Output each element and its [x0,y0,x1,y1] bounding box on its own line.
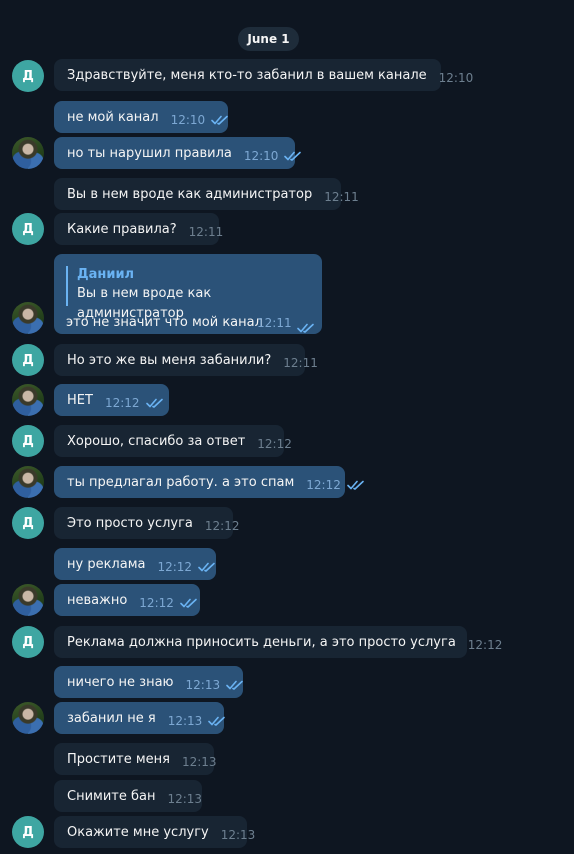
message-bubble[interactable]: Окажите мне услугу 12:13 [54,816,255,848]
message-time: 12:11 [188,225,224,239]
message-text: ничего не знаю [67,674,174,690]
read-checkmarks-icon [180,598,198,608]
message-time: 12:11 [324,190,359,204]
message-time: 12:10 [438,71,474,85]
read-checkmarks-icon [226,680,244,690]
read-checkmarks-icon [145,398,164,408]
message-bubble[interactable]: Это просто услуга 12:12 [54,507,239,539]
message-time: 12:12 [139,596,174,610]
message-time: 12:12 [257,437,292,451]
message-text: это не значит что мой канал [66,315,263,330]
message-bubble[interactable]: неважно 12:12 [54,584,200,616]
message-time: 12:13 [181,755,217,769]
avatar[interactable]: Д [12,507,44,539]
message-bubble[interactable]: Какие правила? 12:11 [54,213,223,245]
message-text: НЕТ [67,392,93,408]
message-text: не мой канал [67,109,159,125]
message-bubble[interactable]: ты предлагал работу. а это спам 12:12 [54,466,364,498]
avatar[interactable]: Д [12,626,44,658]
message-time: 12:11 [283,356,318,370]
message-bubble[interactable]: Простите меня 12:13 [54,743,217,775]
message-bubble[interactable]: не мой канал 12:10 [54,101,228,133]
reply-message-bubble[interactable]: Даниил Вы в нем вроде как администратор … [54,254,322,334]
message-bubble[interactable]: забанил не я 12:13 [54,702,226,734]
message-text: Окажите мне услугу [67,824,209,840]
message-time: 12:12 [306,478,341,492]
message-bubble[interactable]: Но это же вы меня забанили? 12:11 [54,344,318,376]
message-text: но ты нарушил правила [67,145,232,161]
read-checkmarks-icon [208,716,226,726]
avatar[interactable] [12,137,44,169]
message-bubble[interactable]: но ты нарушил правила 12:10 [54,137,302,169]
message-time: 12:10 [170,113,206,127]
message-time: 12:12 [467,638,503,652]
reply-quote[interactable]: Даниил Вы в нем вроде как администратор [66,266,322,321]
read-checkmarks-icon [347,480,365,490]
message-text: ну реклама [67,556,146,572]
date-separator: June 1 [238,27,299,51]
read-checkmarks-icon [198,562,216,572]
message-text: ты предлагал работу. а это спам [67,474,295,490]
avatar[interactable]: Д [12,60,44,92]
avatar[interactable]: Д [12,425,44,457]
message-time: 12:13 [185,678,221,692]
message-text: Хорошо, спасибо за ответ [67,433,246,449]
message-time: 12:10 [243,149,279,163]
message-time: 12:13 [167,792,203,806]
message-text: Какие правила? [67,221,177,237]
message-text: Реклама должна приносить деньги, а это п… [67,634,456,650]
message-bubble[interactable]: Здравствуйте, меня кто-то забанил в ваше… [54,59,473,91]
message-time: 12:13 [220,828,256,842]
message-text: Простите меня [67,751,170,767]
read-checkmarks-icon [284,151,302,161]
message-text: Снимите бан [67,788,156,804]
reply-author: Даниил [77,267,135,282]
message-text: Здравствуйте, меня кто-то забанил в ваше… [67,67,427,83]
avatar[interactable]: Д [12,816,44,848]
avatar[interactable] [12,302,44,334]
message-bubble[interactable]: НЕТ 12:12 [54,384,169,416]
read-checkmarks-icon [297,318,315,337]
message-time: 12:12 [157,560,193,574]
message-text: Вы в нем вроде как администратор [67,186,313,202]
avatar[interactable] [12,384,44,416]
message-text: Но это же вы меня забанили? [67,352,272,368]
message-bubble[interactable]: Вы в нем вроде как администратор 12:11 [54,178,359,210]
message-time: 12:11 [257,316,292,330]
message-text: Это просто услуга [67,515,193,531]
message-time: 12:12 [204,519,240,533]
avatar[interactable] [12,584,44,616]
avatar[interactable] [12,466,44,498]
message-bubble[interactable]: ничего не знаю 12:13 [54,666,243,698]
avatar[interactable]: Д [12,213,44,245]
message-time: 12:12 [104,396,140,410]
message-bubble[interactable]: Снимите бан 12:13 [54,780,202,812]
message-bubble[interactable]: Хорошо, спасибо за ответ 12:12 [54,425,292,457]
read-checkmarks-icon [211,115,229,125]
avatar[interactable] [12,702,44,734]
message-text: забанил не я [67,710,156,726]
message-text: неважно [67,592,128,608]
avatar[interactable]: Д [12,344,44,376]
message-bubble[interactable]: Реклама должна приносить деньги, а это п… [54,626,502,658]
message-time: 12:13 [167,714,203,728]
message-bubble[interactable]: ну реклама 12:12 [54,548,216,580]
